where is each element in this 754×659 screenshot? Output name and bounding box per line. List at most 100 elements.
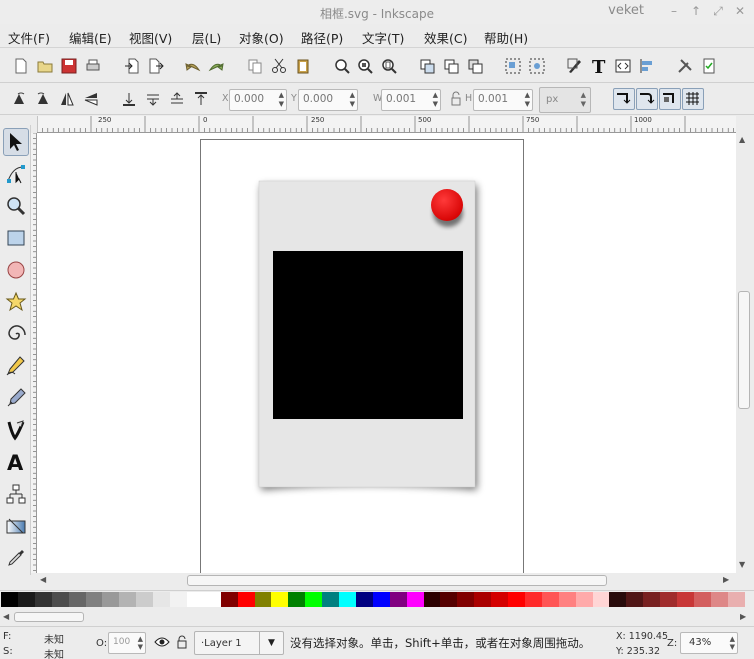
color-swatch[interactable] xyxy=(524,592,543,607)
height-input[interactable]: 0.001 ▲ ▼ xyxy=(473,89,533,111)
star-tool[interactable] xyxy=(3,288,29,316)
save-icon[interactable] xyxy=(58,55,80,77)
selector-tool[interactable] xyxy=(3,128,29,156)
scale-stroke-icon[interactable] xyxy=(613,88,635,110)
color-swatch[interactable] xyxy=(68,592,86,607)
transform-patterns-icon[interactable] xyxy=(682,88,704,110)
text-tool[interactable]: A xyxy=(3,448,29,476)
color-swatch[interactable] xyxy=(372,592,390,607)
spin-arrows-icon[interactable]: ▲ ▼ xyxy=(279,91,284,109)
horizontal-scrollbar[interactable]: ◀ ▶ xyxy=(37,573,736,589)
connector-tool[interactable] xyxy=(3,480,29,508)
color-swatch[interactable] xyxy=(592,592,610,607)
menu-edit[interactable]: 编辑(E) xyxy=(69,28,112,47)
vertical-scroll-thumb[interactable] xyxy=(738,291,750,409)
color-swatch[interactable] xyxy=(102,592,120,607)
unit-select[interactable]: px ▲ ▼ xyxy=(539,87,591,113)
redo-icon[interactable] xyxy=(205,55,227,77)
palette-scroll-thumb[interactable] xyxy=(14,612,84,622)
zoom-tool[interactable] xyxy=(3,192,29,220)
scale-corners-icon[interactable] xyxy=(636,88,658,110)
lock-icon[interactable] xyxy=(445,88,467,110)
color-swatch[interactable] xyxy=(440,592,458,607)
preferences-icon[interactable] xyxy=(674,55,696,77)
color-swatch[interactable] xyxy=(693,592,712,607)
color-swatch[interactable] xyxy=(85,592,103,607)
color-swatch[interactable] xyxy=(51,592,69,607)
raise-icon[interactable] xyxy=(166,88,188,110)
palette-scroll-right-icon[interactable]: ▶ xyxy=(740,612,746,621)
color-swatch[interactable] xyxy=(575,592,593,607)
color-swatch[interactable] xyxy=(322,592,340,607)
paste-icon[interactable] xyxy=(292,55,314,77)
color-swatch[interactable] xyxy=(220,592,238,607)
color-swatch[interactable] xyxy=(153,592,171,607)
color-swatch[interactable] xyxy=(186,592,205,607)
menu-file[interactable]: 文件(F) xyxy=(8,28,50,47)
color-swatch[interactable] xyxy=(119,592,137,607)
ellipse-tool[interactable] xyxy=(3,256,29,284)
node-tool[interactable] xyxy=(3,160,29,188)
color-swatch[interactable] xyxy=(339,592,357,607)
print-icon[interactable] xyxy=(82,55,104,77)
opacity-input[interactable]: 100 ▲ ▼ xyxy=(108,632,146,654)
x-input[interactable]: 0.000 ▲ ▼ xyxy=(229,89,287,111)
padlock-icon[interactable] xyxy=(176,635,188,652)
text-font-icon[interactable]: T xyxy=(588,55,610,77)
spin-arrows-icon[interactable]: ▲ ▼ xyxy=(350,91,355,109)
maximize-icon[interactable]: ⤢ xyxy=(711,4,725,18)
color-swatch[interactable] xyxy=(271,592,289,607)
scroll-right-icon[interactable]: ▶ xyxy=(723,575,729,584)
menu-layer[interactable]: 层(L) xyxy=(192,28,221,47)
horizontal-scroll-thumb[interactable] xyxy=(187,575,607,586)
color-swatch[interactable] xyxy=(254,592,272,607)
scroll-down-icon[interactable]: ▼ xyxy=(739,560,745,569)
lower-to-bottom-icon[interactable] xyxy=(118,88,140,110)
rotate-ccw-icon[interactable] xyxy=(8,88,30,110)
color-swatch[interactable] xyxy=(203,592,221,607)
rotate-cw-icon[interactable] xyxy=(32,88,54,110)
color-swatch[interactable] xyxy=(727,592,745,607)
color-swatch[interactable] xyxy=(406,592,424,607)
lower-icon[interactable] xyxy=(142,88,164,110)
color-swatch[interactable] xyxy=(457,592,475,607)
transform-gradients-icon[interactable] xyxy=(659,88,681,110)
pushpin[interactable] xyxy=(431,189,463,221)
width-input[interactable]: 0.001 ▲ ▼ xyxy=(381,89,441,111)
zoom-selection-icon[interactable] xyxy=(331,55,353,77)
clone-icon[interactable] xyxy=(440,55,462,77)
scroll-up-icon[interactable]: ▲ xyxy=(739,135,745,144)
color-swatch[interactable] xyxy=(643,592,661,607)
duplicate-icon[interactable] xyxy=(416,55,438,77)
spiral-tool[interactable] xyxy=(3,320,29,348)
ungroup-icon[interactable] xyxy=(526,55,548,77)
menu-help[interactable]: 帮助(H) xyxy=(484,28,528,47)
scroll-left-icon[interactable]: ◀ xyxy=(40,575,46,584)
color-swatch[interactable] xyxy=(626,592,644,607)
palette-scroll-left-icon[interactable]: ◀ xyxy=(3,612,9,621)
color-swatch[interactable] xyxy=(541,592,559,607)
color-swatch[interactable] xyxy=(288,592,306,607)
import-icon[interactable] xyxy=(121,55,143,77)
undo-icon[interactable] xyxy=(182,55,204,77)
group-icon[interactable] xyxy=(502,55,524,77)
document-properties-icon[interactable] xyxy=(698,55,720,77)
photo-area[interactable] xyxy=(273,251,463,419)
align-distribute-icon[interactable] xyxy=(636,55,658,77)
unlink-clone-icon[interactable] xyxy=(464,55,486,77)
new-document-icon[interactable] xyxy=(10,55,32,77)
close-icon[interactable]: ✕ xyxy=(733,4,747,18)
color-swatch[interactable] xyxy=(170,592,188,607)
color-swatch[interactable] xyxy=(237,592,255,607)
pin-icon[interactable]: ↑ xyxy=(689,4,703,18)
drawing-canvas[interactable] xyxy=(37,133,736,573)
zoom-input[interactable]: 43% ▲ ▼ xyxy=(680,632,738,654)
color-swatch[interactable] xyxy=(355,592,374,607)
palette-scrollbar[interactable]: ◀ ▶ xyxy=(0,609,754,625)
raise-to-top-icon[interactable] xyxy=(190,88,212,110)
zoom-corner-icon[interactable] xyxy=(735,118,736,132)
spin-arrows-icon[interactable]: ▲ ▼ xyxy=(730,635,735,651)
color-swatch[interactable] xyxy=(136,592,154,607)
gradient-tool[interactable] xyxy=(3,512,29,540)
dropper-tool[interactable] xyxy=(3,544,29,572)
